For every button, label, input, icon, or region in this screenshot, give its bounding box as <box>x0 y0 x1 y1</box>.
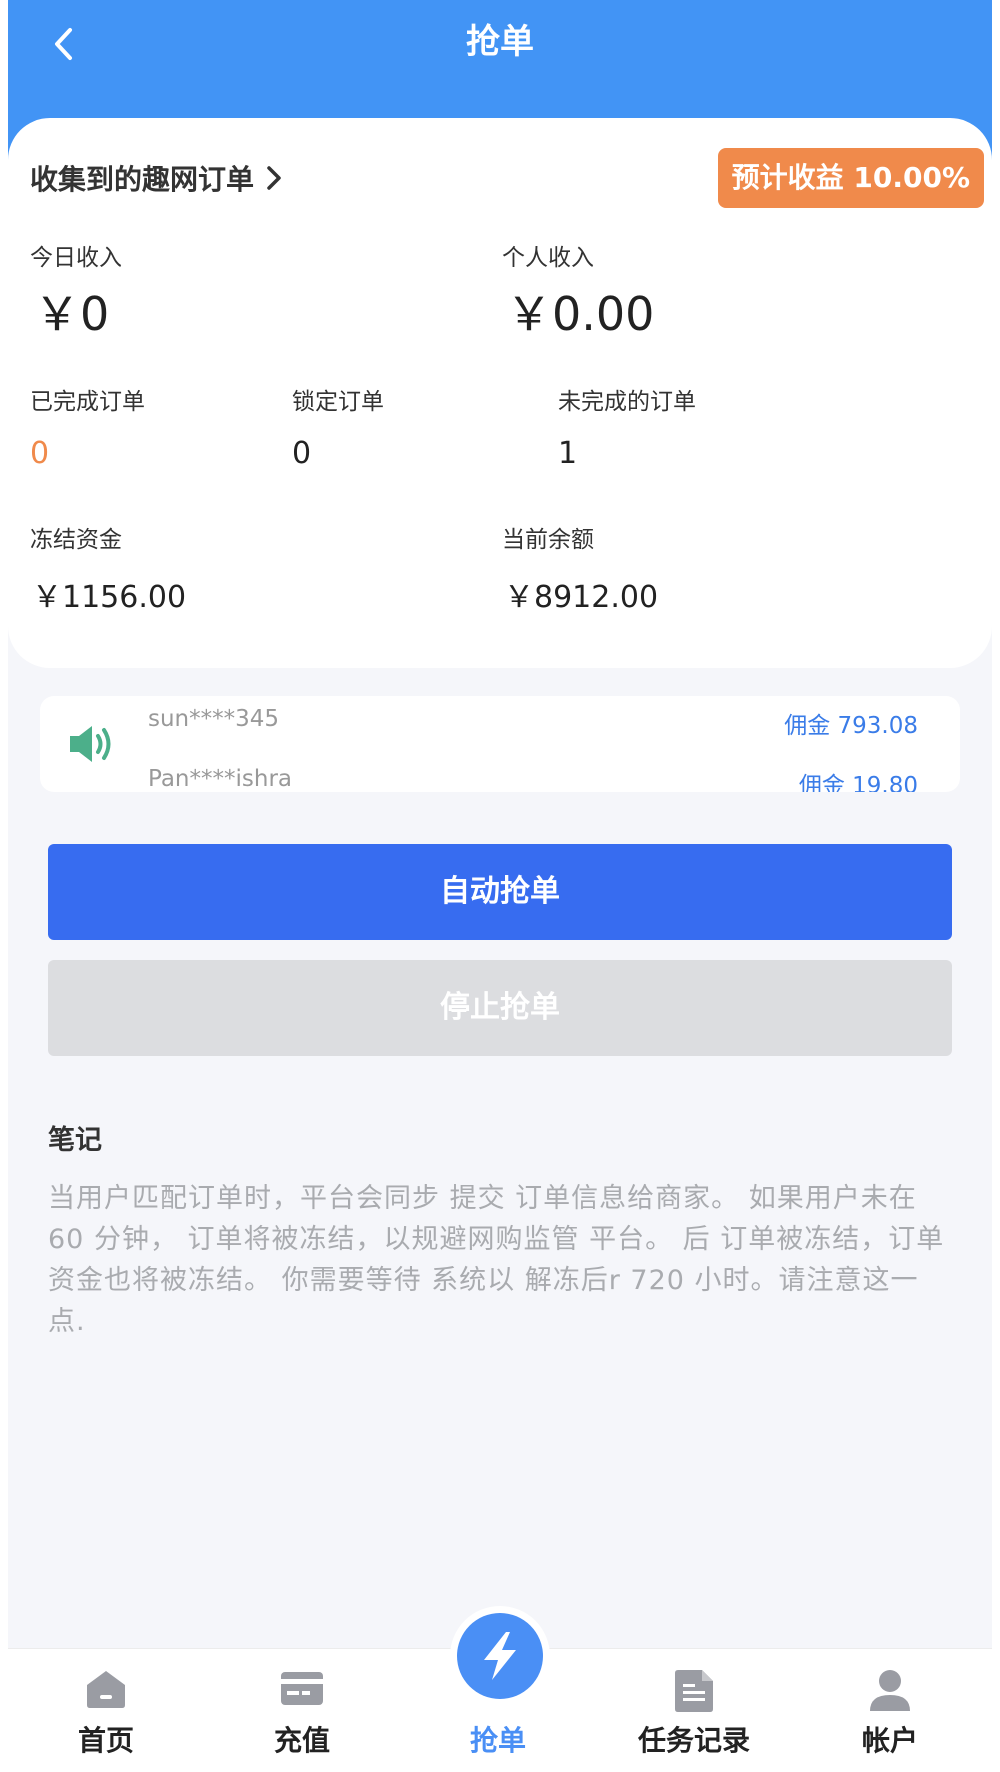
app-frame: 抢单 收集到的趣网订单 预计收益 10.00% 今日收入 ￥0 个人收入 ￥0.… <box>8 0 992 1772</box>
ticker-user: Pan****ishra <box>148 766 293 792</box>
locked-orders-value: 0 <box>292 436 312 471</box>
grab-tab-bubble[interactable] <box>450 1606 550 1706</box>
tab-label: 抢单 <box>469 1724 526 1757</box>
completed-orders-label: 已完成订单 <box>30 389 145 415</box>
home-icon <box>87 1671 125 1708</box>
stop-grab-button[interactable]: 停止抢单 <box>48 960 952 1056</box>
summary-card: 收集到的趣网订单 预计收益 10.00% 今日收入 ￥0 个人收入 ￥0.00 … <box>8 118 992 668</box>
ticker-item: sun****345 佣金 793.08 <box>40 706 960 746</box>
tab-label: 任务记录 <box>637 1724 750 1757</box>
grab-tab-circle <box>457 1613 543 1699</box>
lightning-icon <box>484 1632 516 1680</box>
balance-value: ￥8912.00 <box>504 580 659 615</box>
expected-rate-badge: 预计收益 10.00% <box>717 148 984 208</box>
notes-title: 笔记 <box>48 1125 102 1156</box>
ticker-user: sun****345 <box>148 706 280 732</box>
commission-ticker: sun****345 佣金 793.08 Pan****ishra 佣金 19.… <box>40 696 960 792</box>
incomplete-orders-label: 未完成的订单 <box>558 389 696 415</box>
tab-recharge[interactable]: 充值 <box>204 1649 400 1772</box>
tab-label: 帐户 <box>861 1724 918 1757</box>
page-title: 抢单 <box>466 22 534 62</box>
tab-account[interactable]: 帐户 <box>792 1649 988 1772</box>
personal-income-value: ￥0.00 <box>506 287 655 341</box>
locked-orders-label: 锁定订单 <box>292 389 384 415</box>
tab-home[interactable]: 首页 <box>8 1649 204 1772</box>
tab-task-records[interactable]: 任务记录 <box>596 1649 792 1772</box>
completed-orders-value: 0 <box>30 436 50 471</box>
ticker-item: Pan****ishra 佣金 19.80 <box>40 766 960 792</box>
balance-label: 当前余额 <box>502 527 594 553</box>
chevron-right-icon <box>267 166 281 190</box>
tab-label: 首页 <box>77 1724 134 1757</box>
incomplete-orders-value: 1 <box>558 436 578 471</box>
notes-text: 当用户匹配订单时，平台会同步 提交 订单信息给商家。 如果用户未在 60 分钟，… <box>48 1183 945 1337</box>
frozen-funds-label: 冻结资金 <box>30 527 122 553</box>
ticker-commission: 佣金 793.08 <box>784 713 918 739</box>
today-income-value: ￥0 <box>34 287 110 341</box>
ticker-commission: 佣金 19.80 <box>798 773 918 792</box>
collected-orders-link[interactable]: 收集到的趣网订单 <box>30 158 282 198</box>
document-icon <box>675 1670 713 1712</box>
card-icon <box>281 1672 323 1705</box>
today-income-label: 今日收入 <box>30 245 122 271</box>
frozen-funds-value: ￥1156.00 <box>32 580 187 615</box>
collected-orders-label: 收集到的趣网订单 <box>30 163 255 196</box>
personal-income-label: 个人收入 <box>502 245 594 271</box>
auto-grab-button[interactable]: 自动抢单 <box>48 844 952 940</box>
user-icon <box>870 1670 910 1711</box>
tab-label: 充值 <box>273 1724 330 1757</box>
